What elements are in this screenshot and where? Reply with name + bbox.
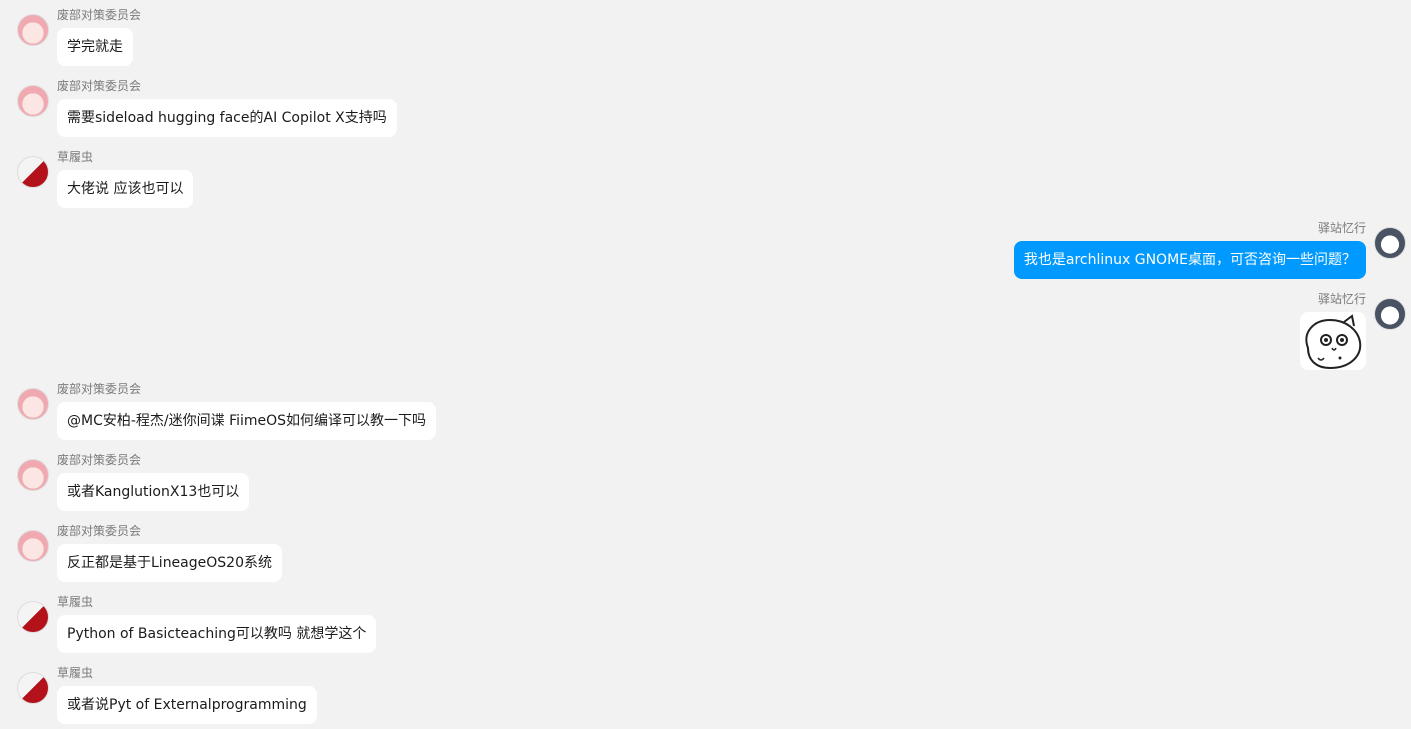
message-bubble[interactable]: 或者说Pyt of Externalprogramming xyxy=(57,686,317,724)
message-bubble[interactable]: 大佬说 应该也可以 xyxy=(57,170,194,208)
boy-avatar[interactable] xyxy=(1374,298,1406,330)
pink-haired-avatar[interactable] xyxy=(17,530,49,562)
boy-avatar[interactable] xyxy=(1374,227,1406,259)
sender-name: 废部对策委员会 xyxy=(57,79,142,93)
sender-name: 草履虫 xyxy=(57,595,94,609)
sender-name: 废部对策委员会 xyxy=(57,453,142,467)
chat-message-list[interactable]: 废部对策委员会 学完就走 废部对策委员会 需要sideload hugging … xyxy=(0,0,1411,729)
sender-name: 废部对策委员会 xyxy=(57,382,142,396)
message-bubble[interactable]: @MC安柏-程杰/迷你间谍 FiimeOS如何编译可以教一下吗 xyxy=(57,402,437,440)
sender-name: 废部对策委员会 xyxy=(57,524,142,538)
message-bubble[interactable]: 或者KanglutionX13也可以 xyxy=(57,473,250,511)
doodle-face-sticker[interactable] xyxy=(1300,312,1366,370)
sender-name: 驿站忆行 xyxy=(1317,221,1366,235)
sender-name: 废部对策委员会 xyxy=(57,8,142,22)
sender-name: 草履虫 xyxy=(57,150,94,164)
pink-haired-avatar[interactable] xyxy=(17,85,49,117)
message-bubble[interactable]: Python of Basicteaching可以教吗 就想学这个 xyxy=(57,615,377,653)
sender-name: 草履虫 xyxy=(57,666,94,680)
message-bubble[interactable]: 学完就走 xyxy=(57,28,133,66)
message-bubble[interactable]: 反正都是基于LineageOS20系统 xyxy=(57,544,282,582)
red-white-avatar[interactable] xyxy=(17,672,49,704)
pink-haired-avatar[interactable] xyxy=(17,388,49,420)
sender-name: 驿站忆行 xyxy=(1317,292,1366,306)
red-white-avatar[interactable] xyxy=(17,601,49,633)
pink-haired-avatar[interactable] xyxy=(17,459,49,491)
pink-haired-avatar[interactable] xyxy=(17,14,49,46)
message-bubble[interactable]: 需要sideload hugging face的AI Copilot X支持吗 xyxy=(57,99,397,137)
message-bubble[interactable]: 我也是archlinux GNOME桌面，可否咨询一些问题？ xyxy=(1013,241,1366,279)
red-white-avatar[interactable] xyxy=(17,156,49,188)
